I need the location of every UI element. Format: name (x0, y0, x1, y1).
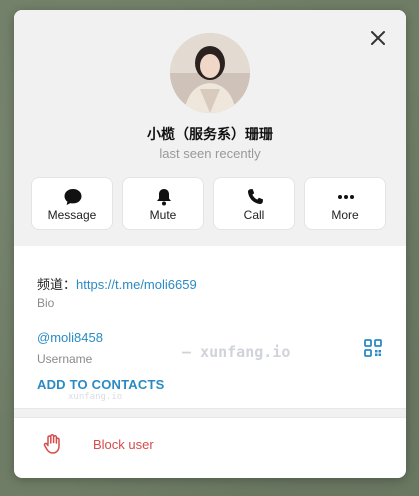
bio-prefix: 频道： (37, 277, 77, 292)
message-button[interactable]: Message (31, 177, 113, 230)
more-button[interactable]: More (304, 177, 386, 230)
mute-button[interactable]: Mute (122, 177, 204, 230)
watermark-text: xunfang.io (200, 343, 291, 361)
mute-label: Mute (149, 208, 177, 222)
username-label: Username (37, 352, 93, 366)
message-label: Message (47, 208, 97, 222)
message-icon (64, 189, 82, 205)
user-info-dialog: 小榄（服务系）珊珊 last seen recently Message Mut… (14, 10, 406, 478)
watermark-small: xunfang.io (68, 392, 123, 402)
avatar-image (170, 33, 250, 113)
block-user-label: Block user (93, 437, 154, 452)
add-to-contacts-button[interactable]: ADD TO CONTACTS (37, 377, 164, 392)
last-seen-status: last seen recently (159, 146, 261, 161)
qr-code-button[interactable] (364, 339, 382, 357)
close-icon (371, 31, 385, 45)
username-value[interactable]: @moli8458 (37, 330, 103, 345)
close-button[interactable] (366, 26, 390, 50)
hand-icon (43, 434, 60, 454)
bio-row: 频道：https://t.me/moli6659 (37, 274, 197, 293)
phone-icon (247, 189, 263, 205)
profile-header: 小榄（服务系）珊珊 last seen recently Message Mut… (14, 10, 406, 246)
call-label: Call (243, 208, 265, 222)
profile-name: 小榄（服务系）珊珊 (147, 127, 273, 143)
call-button[interactable]: Call (213, 177, 295, 230)
watermark-center: — xunfang.io (182, 343, 291, 361)
section-divider (14, 408, 406, 418)
avatar[interactable] (170, 33, 250, 113)
bio-link[interactable]: https://t.me/moli6659 (76, 277, 197, 292)
bell-icon (157, 189, 171, 206)
username-row[interactable]: @moli8458 (37, 330, 103, 345)
qr-code-icon (364, 339, 382, 357)
more-label: More (331, 208, 359, 222)
more-dots-icon (338, 195, 354, 199)
block-user-button[interactable]: Block user (14, 422, 406, 468)
bio-label: Bio (37, 296, 55, 310)
